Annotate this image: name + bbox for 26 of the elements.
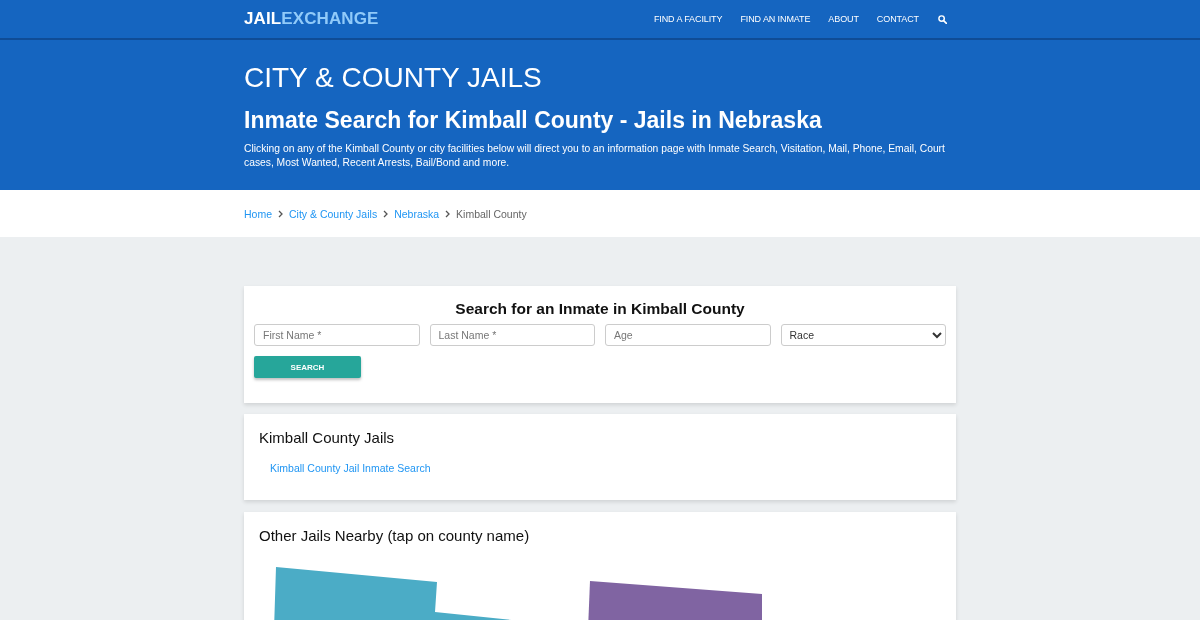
chevron-icon [445, 209, 451, 218]
section-title: Other Jails Nearby (tap on county name) [259, 526, 531, 546]
search-title: Search for an Inmate in Kimball County [454, 299, 746, 319]
chevron-icon [278, 209, 283, 218]
input-field[interactable]: Age [605, 324, 771, 346]
input-field[interactable]: Last Name * [429, 324, 595, 346]
breadcrumb-link[interactable]: Nebraska [394, 207, 440, 220]
page-title: Inmate Search for Kimball County - Jails in Nebraska [244, 106, 823, 135]
search-button[interactable]: SEARCH [254, 356, 361, 378]
county-shape[interactable] [588, 581, 762, 620]
intro-text: Clicking on any of the Kimball County or city facilities below will direct you to an information page with Inmate Search, Visitation, Mail, Phone, Email, Court cases, Most Wanted, Recent Arrests, Bail/Bond and more. [244, 142, 946, 170]
breadcrumb-link[interactable]: Home [244, 207, 272, 220]
section-title: Kimball County Jails [259, 428, 396, 448]
nav-link[interactable]: CONTACT [876, 14, 919, 24]
race-select[interactable]: Race [780, 324, 946, 346]
breadcrumb-link[interactable]: City & County Jails [289, 207, 378, 220]
site-logo[interactable]: JAILEXCHANGE [244, 9, 379, 29]
page-kicker: CITY & COUNTY JAILS [244, 61, 543, 95]
nav-link[interactable]: FIND A FACILITY [653, 14, 723, 24]
search-icon[interactable] [938, 14, 947, 24]
nav-link[interactable]: ABOUT [828, 14, 859, 24]
input-field[interactable]: First Name * [254, 324, 420, 346]
chevron-icon [383, 209, 389, 218]
nav-link[interactable]: FIND AN INMATE [740, 14, 811, 24]
jail-link[interactable]: Kimball County Jail Inmate Search [270, 462, 431, 474]
breadcrumb-current: Kimball County [456, 207, 527, 220]
